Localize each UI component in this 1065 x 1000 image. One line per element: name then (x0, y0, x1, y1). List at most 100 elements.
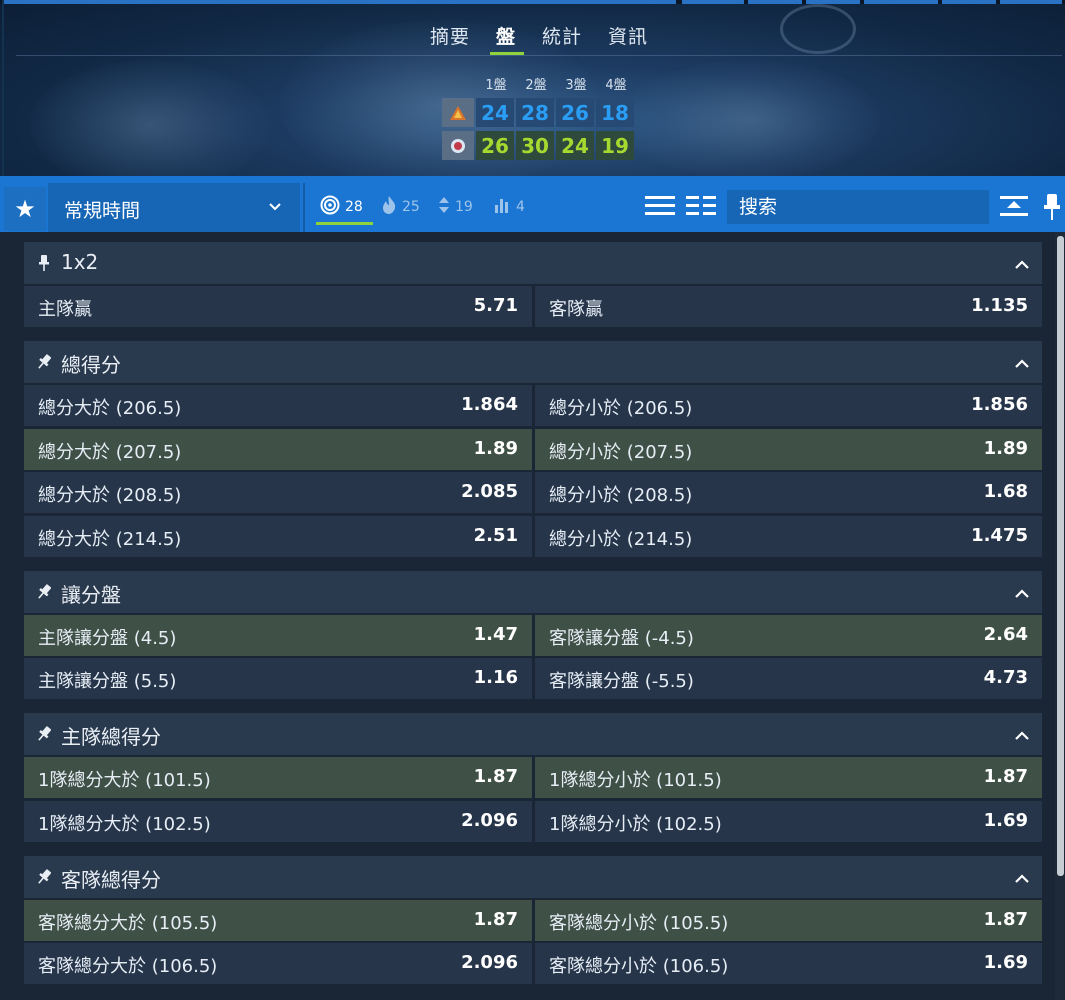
two-column-view-icon[interactable] (686, 193, 716, 219)
pin-icon[interactable] (36, 352, 52, 372)
match-hero: 摘要 盤 統計 資訊 1盤 2盤 3盤 4盤 24 28 26 18 26 30… (0, 0, 1065, 176)
scrollbar-thumb[interactable] (1057, 236, 1064, 876)
odds-button[interactable]: 1隊總分大於 (102.5) 2.096 (24, 800, 532, 842)
favorite-star-icon[interactable]: ★ (4, 187, 46, 231)
odds-value: 1.69 (983, 809, 1028, 831)
chevron-up-icon[interactable] (1014, 255, 1030, 269)
pin-icon[interactable] (1042, 191, 1062, 223)
odds-label: 總分大於 (208.5) (38, 485, 182, 506)
chevron-up-icon[interactable] (1014, 354, 1030, 368)
odds-label: 客隊總分大於 (106.5) (38, 956, 218, 977)
away-score-set-1: 26 (476, 131, 514, 160)
chevron-up-icon[interactable] (1014, 869, 1030, 883)
odds-button[interactable]: 客隊讓分盤 (-5.5) 4.73 (535, 658, 1042, 699)
period-select[interactable]: 常規時間 (48, 183, 300, 235)
team-away-logo-icon (442, 131, 474, 160)
top-nav-segment (1000, 0, 1062, 4)
market-header[interactable]: 主隊總得分 (24, 713, 1042, 755)
odds-button[interactable]: 1隊總分大於 (101.5) 1.87 (24, 757, 532, 798)
set-label: 3盤 (565, 78, 587, 93)
tab-summary[interactable]: 摘要 (430, 22, 470, 49)
odds-label: 客隊讓分盤 (-5.5) (549, 671, 694, 692)
odds-label: 1隊總分大於 (102.5) (38, 813, 211, 835)
home-score-set-4: 18 (596, 98, 634, 127)
odds-value: 1.87 (473, 908, 518, 930)
odds-label: 主隊讓分盤 (4.5) (38, 627, 177, 649)
odds-value: 5.71 (473, 295, 518, 316)
bar-chart-icon (493, 196, 511, 219)
pin-icon[interactable] (36, 724, 52, 744)
odds-button[interactable]: 總分小於 (214.5) 1.475 (535, 515, 1042, 557)
odds-button[interactable]: 總分小於 (207.5) 1.89 (535, 428, 1042, 470)
top-nav-segment (942, 0, 996, 4)
tab-stats[interactable]: 統計 (542, 22, 582, 49)
odds-value: 4.73 (983, 667, 1028, 688)
tab-markets[interactable]: 盤 (496, 22, 516, 49)
odds-button[interactable]: 客隊總分大於 (105.5) 1.87 (24, 899, 532, 941)
pin-icon[interactable] (36, 253, 52, 273)
odds-button[interactable]: 總分大於 (214.5) 2.51 (24, 515, 532, 557)
odds-value: 1.68 (983, 481, 1028, 502)
odds-button[interactable]: 客隊總分小於 (105.5) 1.87 (535, 899, 1042, 941)
odds-value: 1.69 (983, 952, 1028, 973)
odds-value: 1.87 (983, 908, 1028, 930)
odds-button[interactable]: 1隊總分小於 (101.5) 1.87 (535, 757, 1042, 798)
filter-stats-markets[interactable]: 4 (493, 183, 525, 231)
period-select-value: 常規時間 (64, 200, 141, 222)
odds-button[interactable]: 客隊贏 1.135 (535, 286, 1042, 327)
odds-button[interactable]: 主隊讓分盤 (5.5) 1.16 (24, 658, 532, 699)
list-view-icon[interactable] (645, 193, 675, 219)
market-header[interactable]: 1x2 (24, 242, 1042, 284)
odds-value: 2.096 (461, 952, 518, 973)
away-score-set-3: 24 (556, 131, 594, 160)
active-filter-indicator (316, 222, 373, 225)
odds-button[interactable]: 總分大於 (207.5) 1.89 (24, 428, 532, 470)
market-header[interactable]: 客隊總得分 (24, 855, 1042, 898)
market-header[interactable]: 總得分 (24, 341, 1042, 383)
collapse-all-icon[interactable] (998, 192, 1030, 222)
odds-button[interactable]: 客隊總分小於 (106.5) 1.69 (535, 943, 1042, 984)
odds-value: 2.51 (473, 524, 518, 546)
chevron-up-icon[interactable] (1014, 726, 1030, 740)
active-tab-indicator (490, 52, 524, 55)
odds-label: 客隊讓分盤 (-4.5) (549, 627, 694, 649)
search-input[interactable] (727, 190, 989, 224)
odds-button[interactable]: 總分小於 (208.5) 1.68 (535, 472, 1042, 513)
chevron-up-icon[interactable] (1014, 584, 1030, 598)
odds-button[interactable]: 1隊總分小於 (102.5) 1.69 (535, 800, 1042, 842)
hero-background-art (30, 60, 270, 176)
odds-label: 1隊總分小於 (101.5) (549, 770, 722, 791)
filter-count: 19 (455, 199, 473, 215)
chevron-down-icon (268, 197, 282, 216)
odds-label: 客隊總分小於 (106.5) (549, 956, 729, 977)
pin-icon[interactable] (36, 582, 52, 602)
odds-value: 1.864 (461, 394, 518, 415)
odds-button[interactable]: 客隊總分大於 (106.5) 2.096 (24, 943, 532, 984)
odds-value: 2.085 (461, 481, 518, 502)
odds-button[interactable]: 總分大於 (208.5) 2.085 (24, 472, 532, 513)
away-score-set-4: 19 (596, 131, 634, 160)
odds-label: 客隊總分大於 (105.5) (38, 912, 218, 934)
market-title: 讓分盤 (61, 582, 121, 607)
odds-label: 總分大於 (214.5) (38, 528, 182, 550)
hero-background-art (620, 60, 880, 176)
tab-info[interactable]: 資訊 (608, 22, 648, 49)
odds-value: 1.856 (971, 394, 1028, 415)
betting-page: 摘要 盤 統計 資訊 1盤 2盤 3盤 4盤 24 28 26 18 26 30… (0, 0, 1065, 1000)
pin-icon[interactable] (36, 867, 52, 887)
markets-toolbar: ★ 常規時間 28 25 19 4 搜索 (0, 176, 1065, 235)
odds-button[interactable]: 主隊贏 5.71 (24, 286, 532, 327)
odds-button[interactable]: 總分小於 (206.5) 1.856 (535, 385, 1042, 426)
odds-value: 1.47 (473, 623, 518, 645)
filter-popular-markets[interactable]: 25 (381, 183, 420, 231)
odds-value: 1.16 (473, 667, 518, 688)
market-header[interactable]: 讓分盤 (24, 570, 1042, 613)
filter-over-under-markets[interactable]: 19 (438, 183, 473, 231)
odds-button[interactable]: 主隊讓分盤 (4.5) 1.47 (24, 614, 532, 656)
odds-button[interactable]: 總分大於 (206.5) 1.864 (24, 385, 532, 426)
odds-label: 總分小於 (206.5) (549, 398, 693, 419)
odds-button[interactable]: 客隊讓分盤 (-4.5) 2.64 (535, 614, 1042, 656)
toolbar-divider (303, 183, 305, 235)
team-home-logo-icon (442, 98, 474, 127)
home-score-set-2: 28 (516, 98, 554, 127)
